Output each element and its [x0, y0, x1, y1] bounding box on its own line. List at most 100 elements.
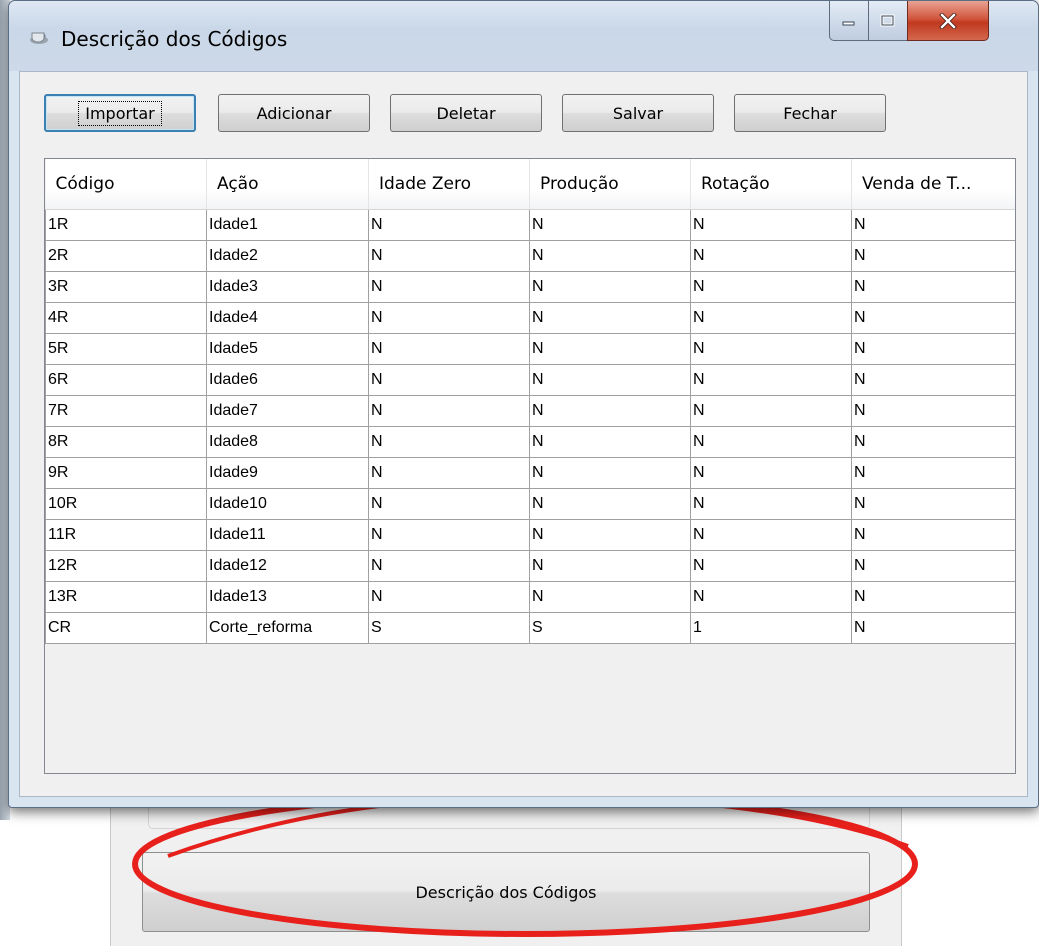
deletar-button[interactable]: Deletar — [390, 94, 542, 132]
table-cell[interactable]: S — [529, 612, 691, 644]
table-cell[interactable]: 4R — [45, 302, 207, 334]
table-cell[interactable]: 1 — [690, 612, 852, 644]
table-cell[interactable]: N — [690, 240, 852, 272]
table-cell[interactable]: N — [851, 488, 1015, 520]
table-cell[interactable]: 10R — [45, 488, 207, 520]
descricao-dos-codigos-button[interactable]: Descrição dos Códigos — [142, 852, 870, 932]
table-row[interactable]: 4R Idade4 N N N N — [45, 302, 1015, 334]
table-cell[interactable]: N — [529, 395, 691, 427]
table-cell[interactable]: N — [368, 519, 530, 551]
table-row[interactable]: 6R Idade6 N N N N — [45, 364, 1015, 396]
table-cell[interactable]: 13R — [45, 581, 207, 613]
column-header-idade-zero[interactable]: Idade Zero — [368, 159, 530, 210]
table-cell[interactable]: N — [368, 240, 530, 272]
close-button[interactable] — [907, 1, 989, 41]
table-cell[interactable]: Idade5 — [206, 333, 369, 365]
table-cell[interactable]: N — [368, 550, 530, 582]
table-cell[interactable]: N — [851, 550, 1015, 582]
table-cell[interactable]: N — [690, 364, 852, 396]
table-cell[interactable]: N — [851, 302, 1015, 334]
table-row[interactable]: CR Corte_reforma S S 1 N — [45, 612, 1015, 644]
maximize-button[interactable] — [868, 1, 908, 41]
table-cell[interactable]: 6R — [45, 364, 207, 396]
table-cell[interactable]: Idade2 — [206, 240, 369, 272]
adicionar-button[interactable]: Adicionar — [218, 94, 370, 132]
table-cell[interactable]: 8R — [45, 426, 207, 458]
table-cell[interactable]: N — [690, 488, 852, 520]
table-cell[interactable]: N — [529, 333, 691, 365]
table-cell[interactable]: N — [368, 457, 530, 489]
codigos-data-grid[interactable]: Código Ação Idade Zero Produção Rotação … — [44, 158, 1016, 774]
table-cell[interactable]: Idade6 — [206, 364, 369, 396]
table-cell[interactable]: 3R — [45, 271, 207, 303]
table-cell[interactable]: N — [690, 457, 852, 489]
table-cell[interactable]: 11R — [45, 519, 207, 551]
table-cell[interactable]: 12R — [45, 550, 207, 582]
table-cell[interactable]: Idade1 — [206, 209, 369, 241]
table-cell[interactable]: N — [690, 426, 852, 458]
table-cell[interactable]: N — [690, 581, 852, 613]
table-cell[interactable]: N — [851, 395, 1015, 427]
table-row[interactable]: 10R Idade10 N N N N — [45, 488, 1015, 520]
table-cell[interactable]: Idade9 — [206, 457, 369, 489]
table-cell[interactable]: N — [368, 333, 530, 365]
table-cell[interactable]: N — [529, 271, 691, 303]
table-cell[interactable]: N — [529, 457, 691, 489]
importar-button[interactable]: Importar — [44, 94, 196, 132]
table-cell[interactable]: N — [851, 581, 1015, 613]
table-cell[interactable]: 7R — [45, 395, 207, 427]
table-cell[interactable]: N — [690, 302, 852, 334]
table-cell[interactable]: N — [529, 364, 691, 396]
table-cell[interactable]: N — [368, 209, 530, 241]
table-cell[interactable]: N — [368, 395, 530, 427]
table-row[interactable]: 5R Idade5 N N N N — [45, 333, 1015, 365]
table-cell[interactable]: Idade8 — [206, 426, 369, 458]
salvar-button[interactable]: Salvar — [562, 94, 714, 132]
table-cell[interactable]: 5R — [45, 333, 207, 365]
table-cell[interactable]: Idade13 — [206, 581, 369, 613]
table-cell[interactable]: N — [851, 519, 1015, 551]
table-cell[interactable]: N — [690, 519, 852, 551]
title-bar[interactable]: Descrição dos Códigos — [9, 1, 1038, 71]
table-cell[interactable]: Idade10 — [206, 488, 369, 520]
table-cell[interactable]: N — [529, 302, 691, 334]
table-row[interactable]: 3R Idade3 N N N N — [45, 271, 1015, 303]
table-cell[interactable]: N — [368, 426, 530, 458]
table-cell[interactable]: N — [690, 333, 852, 365]
column-header-venda[interactable]: Venda de T... — [851, 159, 1015, 210]
table-cell[interactable]: Idade12 — [206, 550, 369, 582]
table-cell[interactable]: 1R — [45, 209, 207, 241]
table-cell[interactable]: Idade4 — [206, 302, 369, 334]
table-row[interactable]: 13R Idade13 N N N N — [45, 581, 1015, 613]
table-cell[interactable]: N — [529, 240, 691, 272]
table-cell[interactable]: N — [690, 550, 852, 582]
table-cell[interactable]: N — [529, 581, 691, 613]
table-cell[interactable]: N — [368, 488, 530, 520]
table-cell[interactable]: N — [368, 302, 530, 334]
table-cell[interactable]: N — [529, 519, 691, 551]
table-cell[interactable]: N — [851, 209, 1015, 241]
table-row[interactable]: 9R Idade9 N N N N — [45, 457, 1015, 489]
column-header-codigo[interactable]: Código — [45, 159, 207, 210]
table-cell[interactable]: 9R — [45, 457, 207, 489]
table-row[interactable]: 7R Idade7 N N N N — [45, 395, 1015, 427]
table-cell[interactable]: Idade3 — [206, 271, 369, 303]
table-cell[interactable]: N — [851, 271, 1015, 303]
fechar-button[interactable]: Fechar — [734, 94, 886, 132]
table-row[interactable]: 11R Idade11 N N N N — [45, 519, 1015, 551]
table-cell[interactable]: N — [368, 271, 530, 303]
table-row[interactable]: 8R Idade8 N N N N — [45, 426, 1015, 458]
table-cell[interactable]: Idade11 — [206, 519, 369, 551]
table-cell[interactable]: 2R — [45, 240, 207, 272]
column-header-producao[interactable]: Produção — [529, 159, 691, 210]
minimize-button[interactable] — [829, 1, 869, 41]
table-cell[interactable]: Corte_reforma — [206, 612, 369, 644]
table-row[interactable]: 2R Idade2 N N N N — [45, 240, 1015, 272]
table-row[interactable]: 1R Idade1 N N N N — [45, 209, 1015, 241]
table-cell[interactable]: N — [690, 209, 852, 241]
column-header-acao[interactable]: Ação — [206, 159, 369, 210]
table-cell[interactable]: N — [851, 364, 1015, 396]
table-cell[interactable]: N — [529, 550, 691, 582]
table-cell[interactable]: N — [368, 364, 530, 396]
table-cell[interactable]: Idade7 — [206, 395, 369, 427]
